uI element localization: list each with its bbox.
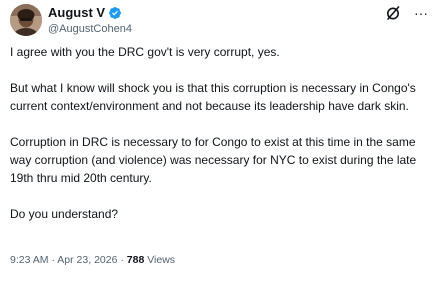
tweet-paragraph: Do you understand? xyxy=(10,207,119,221)
tweet-text: I agree with you the DRC gov't is very c… xyxy=(10,43,432,223)
user-handle[interactable]: @AugustCohen4 xyxy=(48,22,308,36)
tweet-paragraph: Corruption in DRC is necessary to for Co… xyxy=(10,135,417,185)
avatar-image xyxy=(10,4,42,36)
verified-badge-icon xyxy=(108,6,122,20)
tweet-timestamp-date[interactable]: Apr 23, 2026 xyxy=(57,254,117,266)
grok-slash-icon[interactable] xyxy=(384,4,402,22)
tweet-header: August V @AugustCohen4 ··· xyxy=(10,4,430,38)
tweet-paragraph: But what I know will shock you is that t… xyxy=(10,81,416,113)
views-label: Views xyxy=(147,254,176,266)
views-count: 788 xyxy=(126,254,145,266)
tweet-card: August V @AugustCohen4 ··· I agree with … xyxy=(0,0,440,281)
tweet-paragraph: I agree with you the DRC gov't is very c… xyxy=(10,45,280,59)
more-icon: ··· xyxy=(414,5,428,21)
header-icons: ··· xyxy=(384,4,430,22)
meta-separator: · xyxy=(51,254,55,266)
name-row: August V xyxy=(48,5,308,20)
user-block: August V @AugustCohen4 xyxy=(48,4,308,36)
more-options-button[interactable]: ··· xyxy=(412,4,430,22)
tweet-timestamp-time[interactable]: 9:23 AM xyxy=(10,254,49,266)
display-name[interactable]: August V xyxy=(48,5,105,20)
tweet-meta: 9:23 AM · Apr 23, 2026 · 788 Views xyxy=(10,253,430,267)
meta-separator: · xyxy=(120,254,124,266)
avatar[interactable] xyxy=(10,4,42,36)
